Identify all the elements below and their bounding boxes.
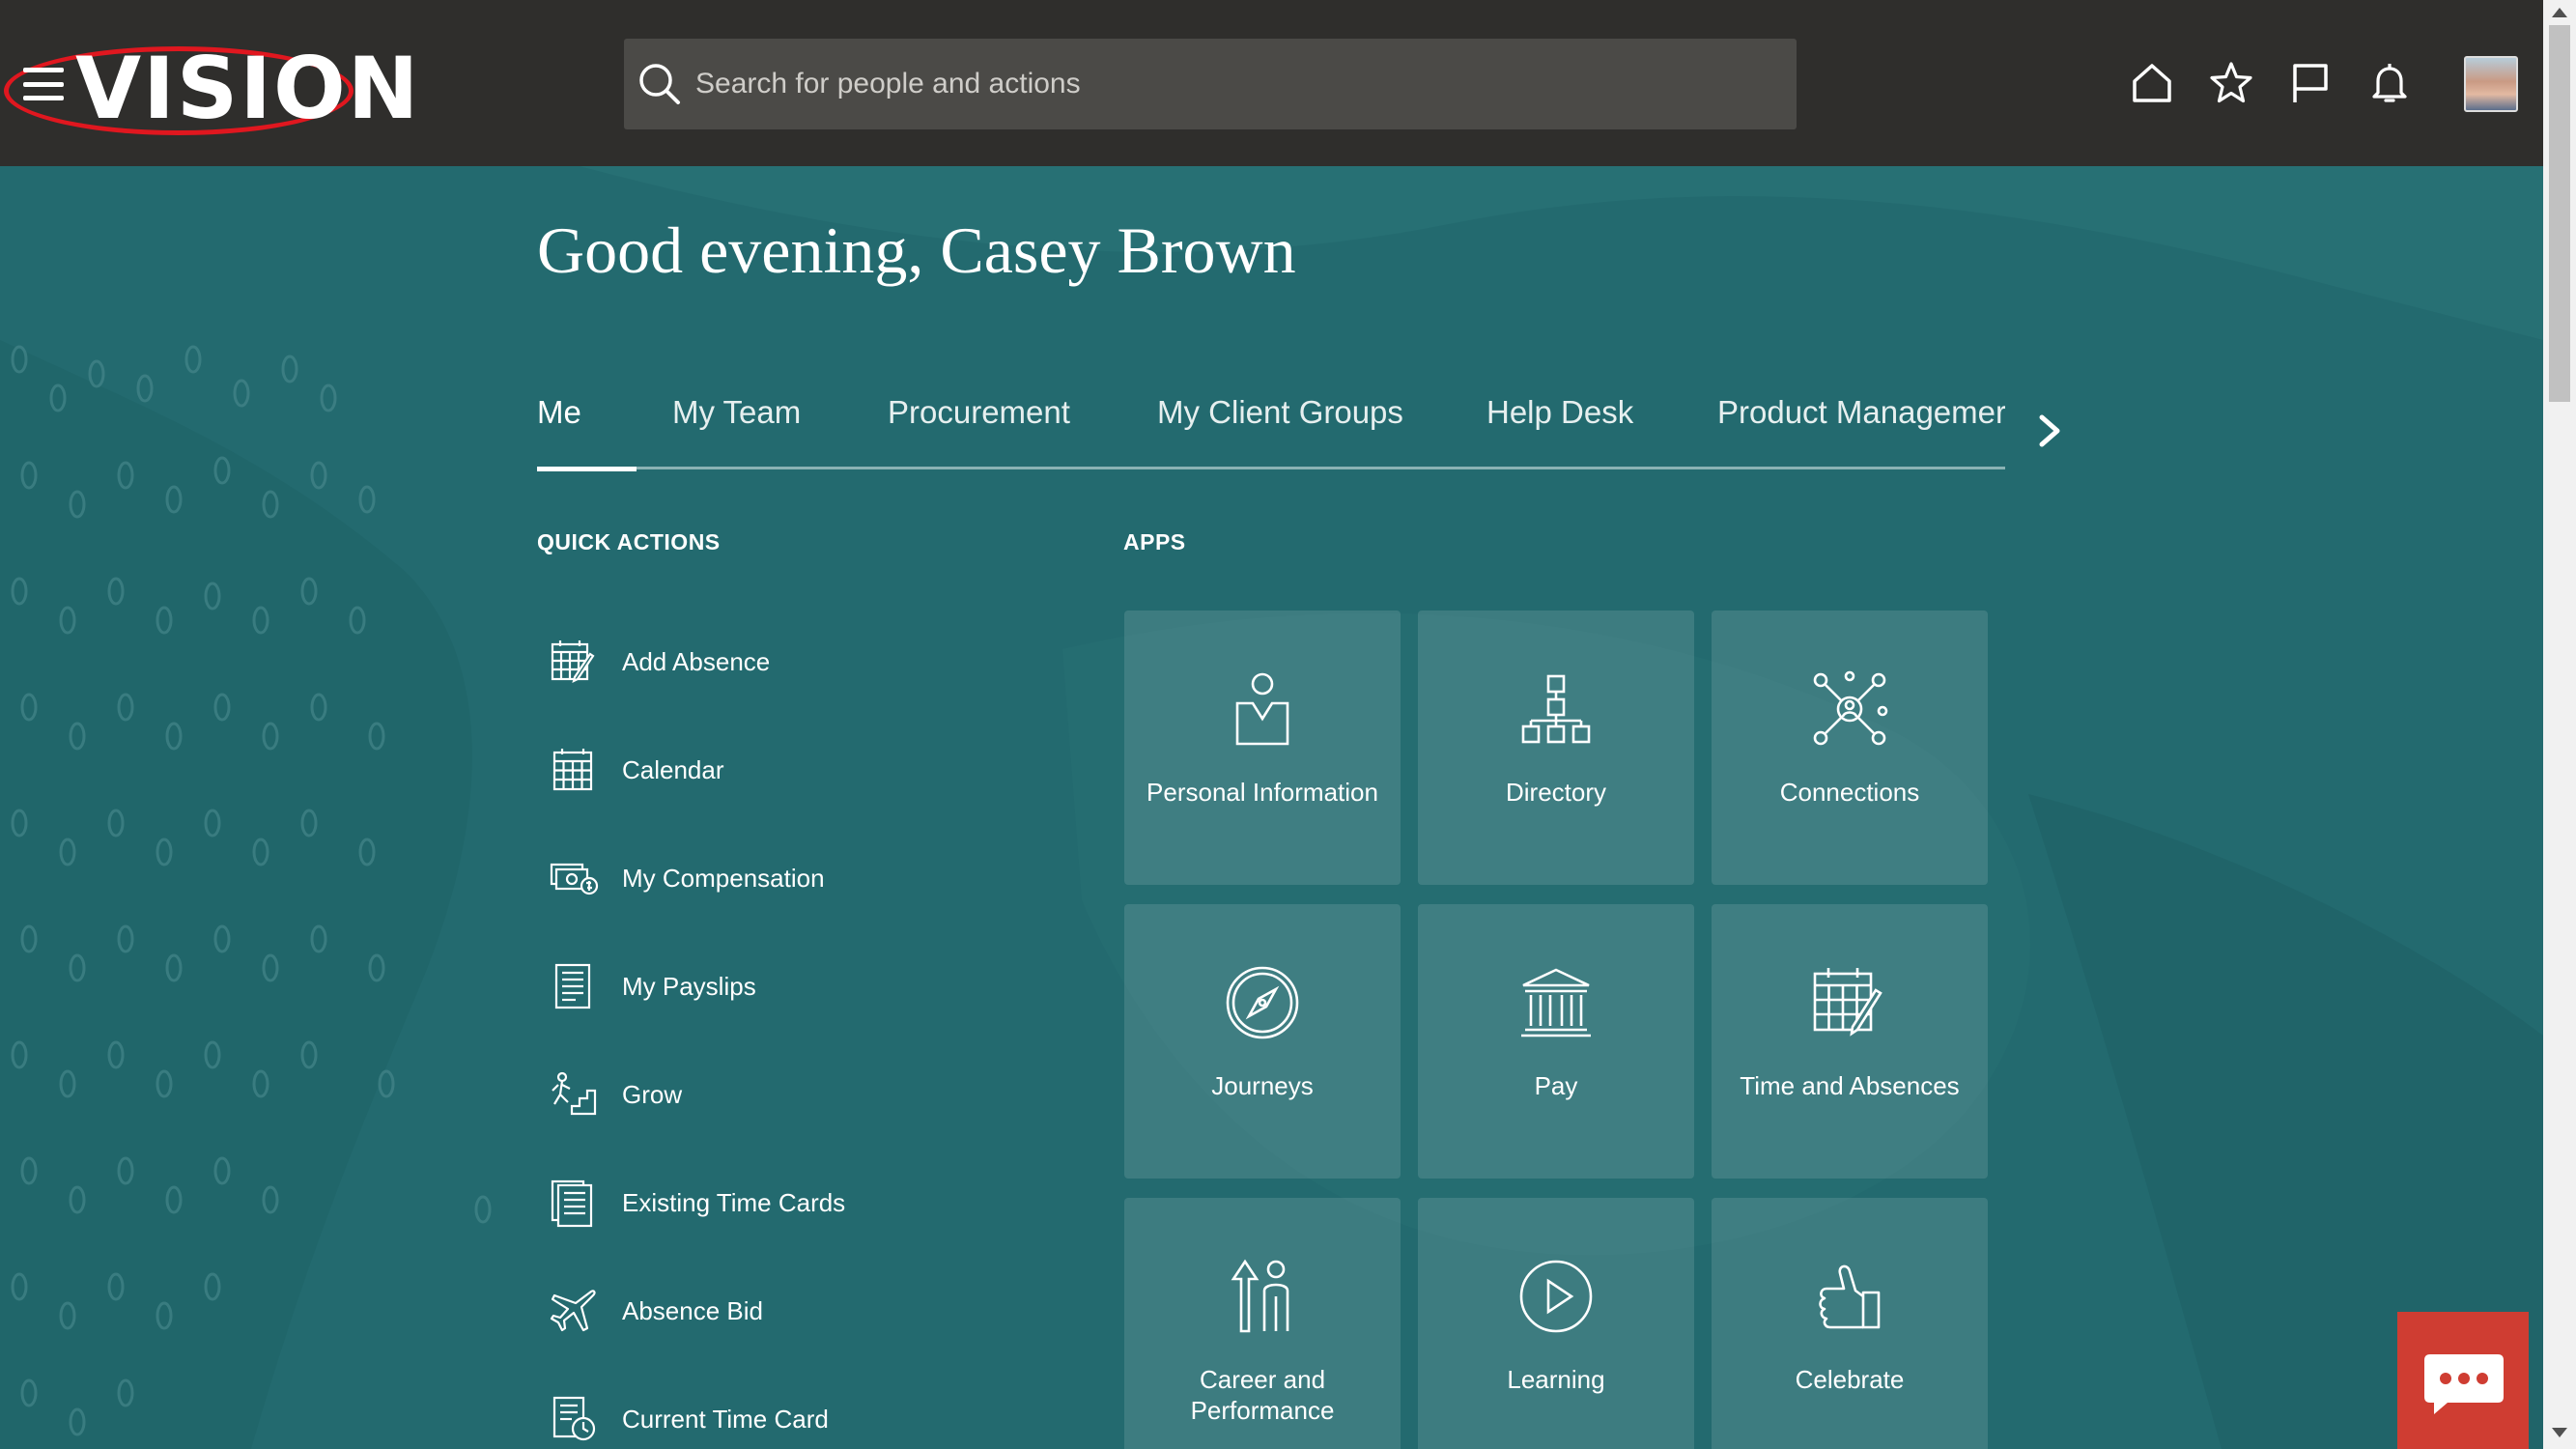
app-personal-information[interactable]: Personal Information	[1124, 611, 1401, 885]
app-label: Learning	[1507, 1365, 1605, 1394]
quick-action-grow[interactable]: Grow	[549, 1064, 682, 1125]
user-avatar[interactable]	[2464, 56, 2518, 112]
watchlist-flag-icon[interactable]	[2287, 60, 2334, 106]
compass-icon	[1226, 966, 1299, 1039]
tab-strip: Me My Team Procurement My Client Groups …	[537, 390, 2005, 471]
quick-actions-heading: QUICK ACTIONS	[537, 529, 721, 554]
app-journeys[interactable]: Journeys	[1124, 904, 1401, 1179]
quick-action-label: My Payslips	[622, 971, 756, 1001]
tab-my-team[interactable]: My Team	[672, 394, 801, 469]
tab-me[interactable]: Me	[537, 394, 637, 471]
app-learning[interactable]: Learning	[1418, 1198, 1694, 1449]
money-icon	[550, 863, 599, 895]
top-bar: VISION	[0, 0, 2543, 166]
quick-action-add-absence[interactable]: Add Absence	[549, 631, 770, 693]
tab-my-client-groups[interactable]: My Client Groups	[1157, 394, 1403, 469]
quick-action-label: Add Absence	[622, 646, 771, 676]
person-badge-icon	[1235, 672, 1289, 746]
bank-icon	[1521, 968, 1591, 1037]
play-icon	[1519, 1260, 1593, 1333]
hamburger-menu-icon[interactable]	[23, 68, 64, 100]
apps-heading: APPS	[1123, 529, 1186, 554]
greeting-title: Good evening, Casey Brown	[537, 213, 1296, 287]
app-directory[interactable]: Directory	[1418, 611, 1694, 885]
tab-help-desk[interactable]: Help Desk	[1486, 394, 1633, 469]
quick-action-label: Current Time Card	[622, 1404, 829, 1434]
quick-action-label: Calendar	[622, 754, 724, 784]
time-cards-icon	[551, 1179, 593, 1228]
app-label: Personal Information	[1146, 778, 1378, 807]
payslip-icon	[554, 963, 591, 1009]
app-label: Time and Absences	[1740, 1071, 1960, 1100]
quick-action-my-payslips[interactable]: My Payslips	[549, 955, 756, 1017]
vision-logo[interactable]: VISION	[75, 43, 420, 135]
chat-bubble-icon	[2424, 1354, 2504, 1414]
quick-action-existing-time-cards[interactable]: Existing Time Cards	[549, 1172, 845, 1234]
notifications-bell-icon[interactable]	[2366, 60, 2413, 106]
quick-action-label: Existing Time Cards	[622, 1187, 846, 1217]
app-career-and-performance[interactable]: Career and Performance	[1124, 1198, 1401, 1449]
tab-procurement[interactable]: Procurement	[888, 394, 1070, 469]
favorites-star-icon[interactable]	[2208, 60, 2254, 106]
calendar-edit-icon	[551, 640, 595, 684]
app-label: Pay	[1534, 1071, 1578, 1100]
app-connections[interactable]: Connections	[1712, 611, 1988, 885]
career-icon	[1231, 1259, 1289, 1333]
app-pay[interactable]: Pay	[1418, 904, 1694, 1179]
home-icon[interactable]	[2129, 60, 2175, 106]
page-scrollbar[interactable]	[2543, 0, 2576, 1449]
app-celebrate[interactable]: Celebrate	[1712, 1198, 1988, 1449]
network-icon	[1813, 670, 1888, 746]
app-time-and-absences[interactable]: Time and Absences	[1712, 904, 1988, 1179]
search-input[interactable]	[695, 68, 1758, 100]
quick-action-label: Grow	[622, 1079, 683, 1109]
quick-action-calendar[interactable]: Calendar	[549, 739, 724, 801]
scroll-thumb[interactable]	[2549, 25, 2570, 402]
app-label: Celebrate	[1795, 1365, 1905, 1394]
grow-icon	[552, 1071, 597, 1116]
quick-action-absence-bid[interactable]: Absence Bid	[549, 1280, 763, 1342]
search-icon	[639, 64, 680, 104]
quick-action-label: Absence Bid	[622, 1295, 763, 1325]
quick-action-my-compensation[interactable]: My Compensation	[549, 847, 825, 909]
calendar-edit-icon	[1813, 968, 1882, 1037]
scroll-down-arrow-icon[interactable]	[2552, 1428, 2567, 1437]
quick-action-current-time-card[interactable]: Current Time Card	[549, 1388, 829, 1449]
tabs-next-chevron-icon[interactable]	[2030, 410, 2069, 452]
thumbs-up-icon	[1819, 1264, 1881, 1329]
app-label: Connections	[1779, 778, 1920, 807]
search-box[interactable]	[624, 39, 1797, 129]
app-label: Career and Performance	[1190, 1365, 1335, 1425]
chat-assistant-button[interactable]	[2397, 1312, 2529, 1449]
tab-product-management[interactable]: Product Managemer	[1717, 394, 2005, 469]
quick-action-label: My Compensation	[622, 863, 825, 893]
org-chart-icon	[1521, 674, 1591, 744]
time-card-clock-icon	[552, 1396, 596, 1441]
airplane-icon	[550, 1290, 596, 1332]
app-label: Journeys	[1211, 1071, 1314, 1100]
app-label: Directory	[1505, 778, 1606, 807]
calendar-icon	[552, 749, 593, 791]
scroll-up-arrow-icon[interactable]	[2552, 8, 2567, 17]
